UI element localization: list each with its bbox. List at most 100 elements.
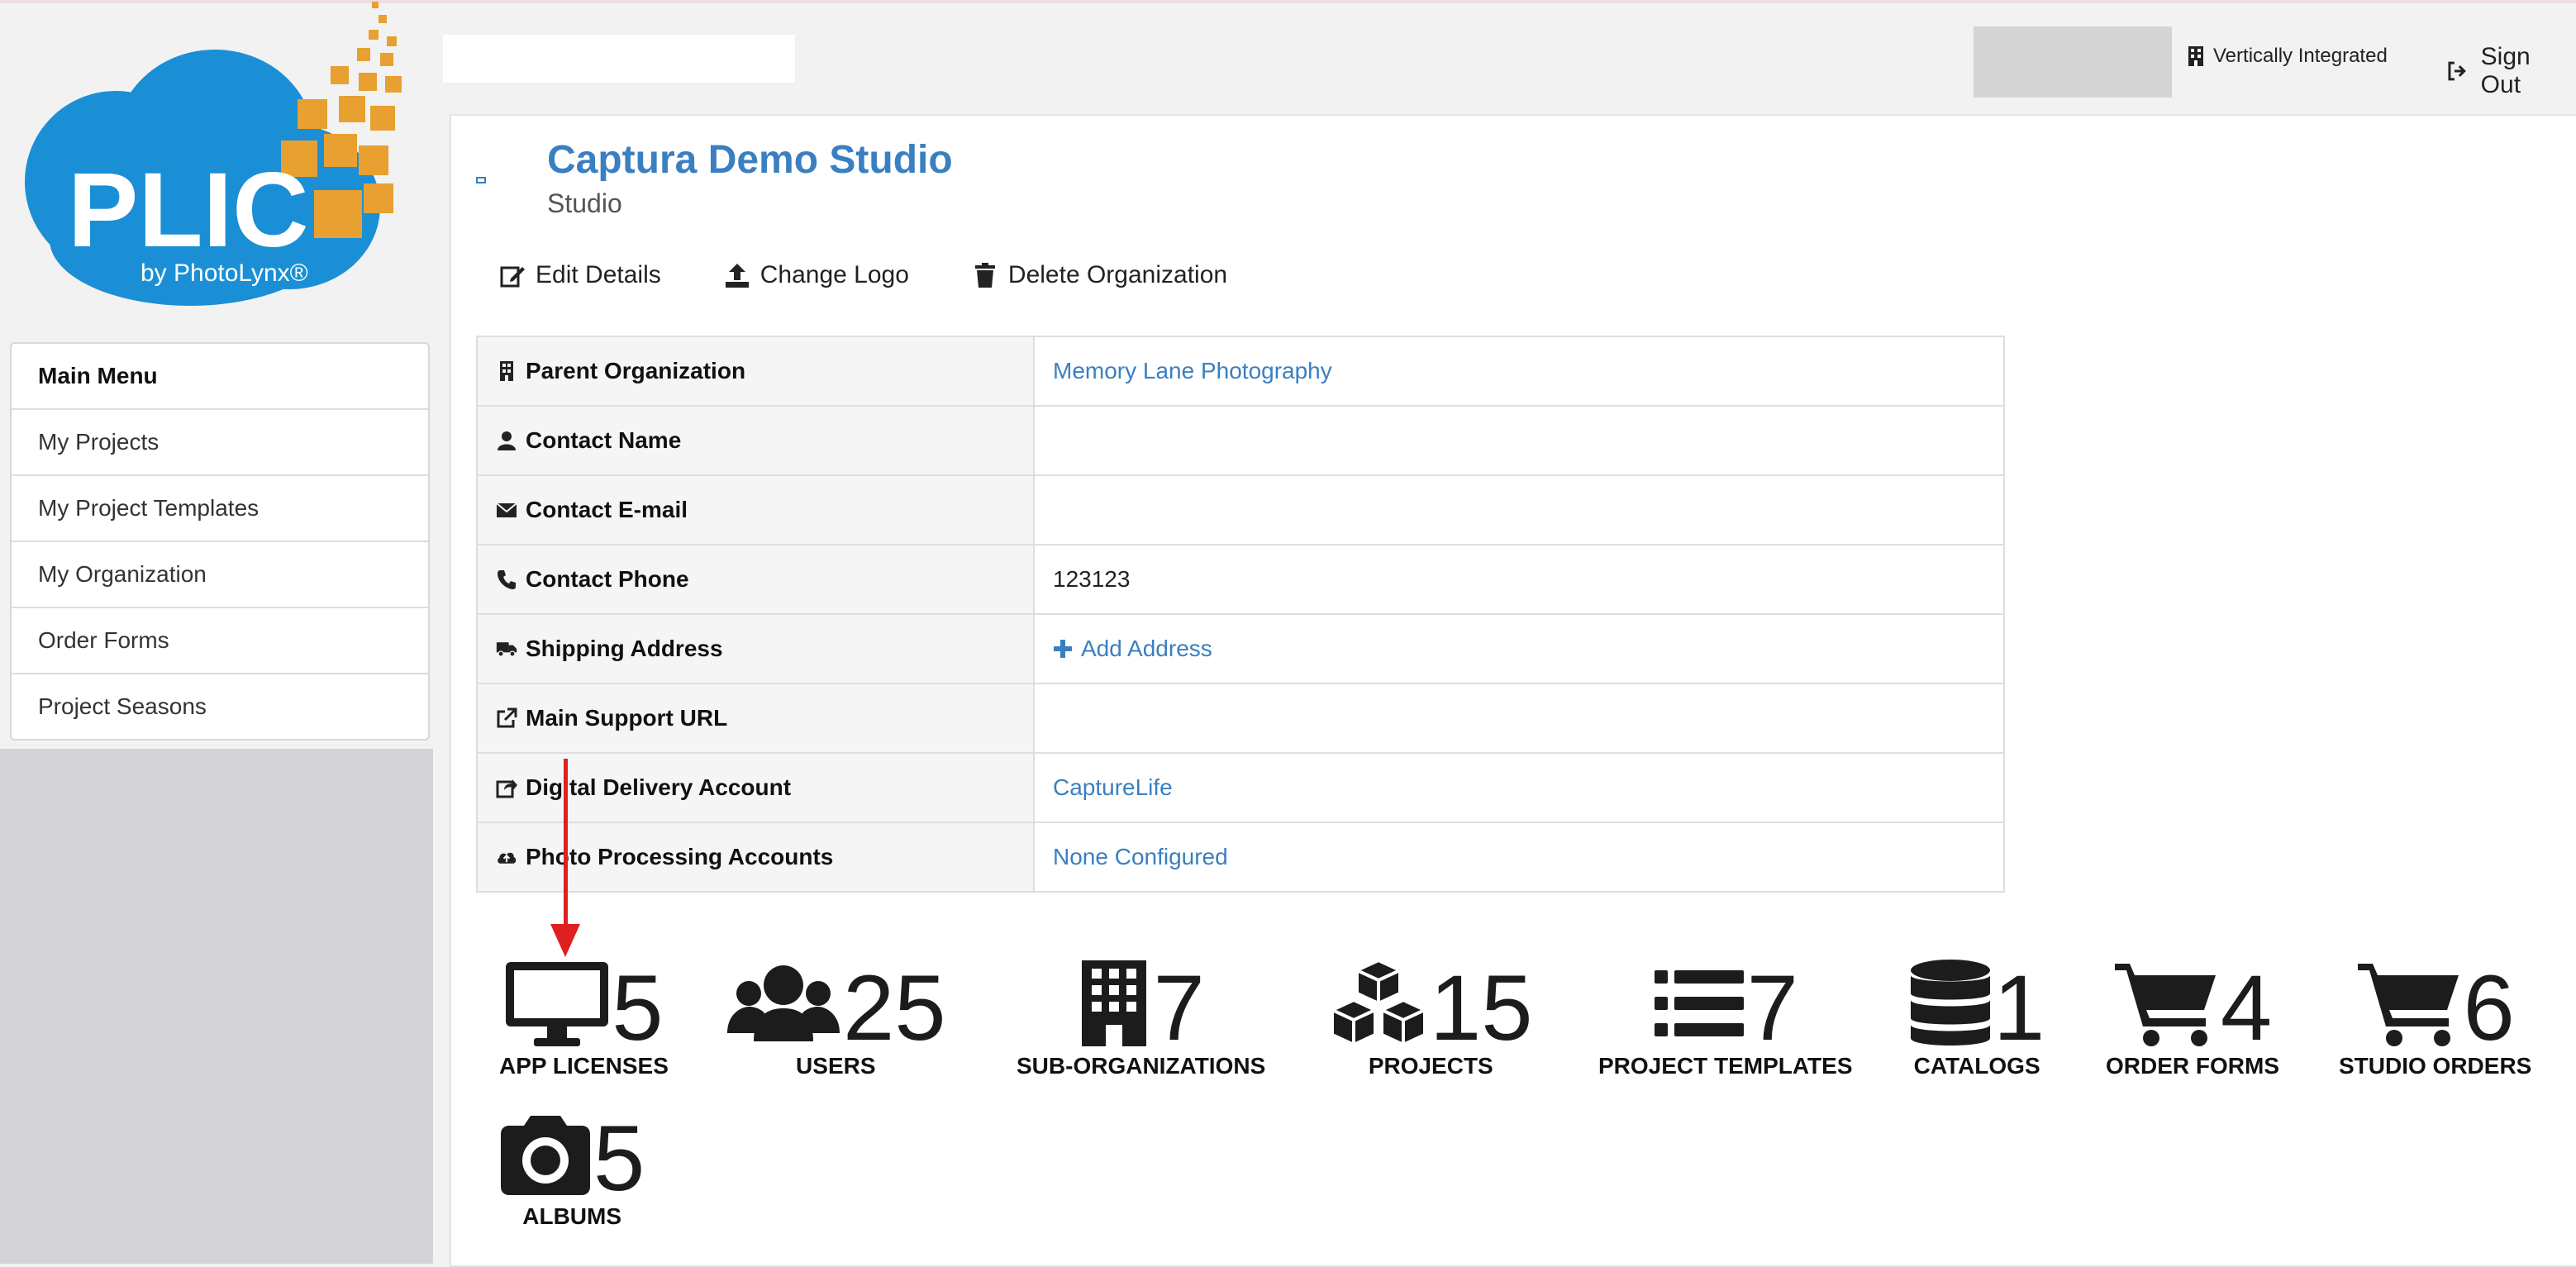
organization-details-table: Parent Organization Memory Lane Photogra…: [476, 336, 2005, 893]
detail-label: Main Support URL: [526, 705, 728, 731]
stat-count: 7: [1746, 956, 1798, 1060]
photo-processing-link[interactable]: None Configured: [1053, 844, 1228, 869]
main-support-url-value: [1034, 683, 2004, 753]
detail-label: Contact E-mail: [526, 497, 688, 522]
plus-icon: [1054, 640, 1072, 658]
stat-count: 7: [1153, 956, 1205, 1060]
stat-count: 5: [593, 1107, 645, 1210]
table-row: Main Support URL: [477, 683, 2004, 753]
change-logo-label: Change Logo: [759, 261, 909, 288]
stat-app-licenses[interactable]: 5 APP LICENSES: [499, 959, 669, 1079]
add-address-link[interactable]: Add Address: [1053, 636, 2003, 662]
cloud-upload-icon: [498, 852, 517, 864]
stat-count: 6: [2463, 956, 2515, 1060]
stat-sub-organizations[interactable]: 7 SUB-ORGANIZATIONS: [1017, 959, 1265, 1079]
stat-label: PROJECTS: [1368, 1053, 1493, 1079]
cart-icon: [2114, 964, 2216, 1046]
logo-subtext: by PhotoLynx®: [140, 260, 308, 287]
stat-catalogs[interactable]: 1 CATALOGS: [1909, 959, 2045, 1079]
stat-count: 25: [843, 956, 946, 1060]
envelope-icon: [496, 503, 517, 517]
sidebar-item-order-forms[interactable]: Order Forms: [12, 607, 428, 673]
building-icon: [1082, 960, 1147, 1046]
truck-icon: [496, 642, 517, 657]
table-row: Contact E-mail: [477, 474, 2004, 545]
delete-organization-button[interactable]: Delete Organization: [972, 261, 1227, 289]
stat-label: APP LICENSES: [499, 1053, 669, 1079]
table-row: Photo Processing Accounts None Configure…: [477, 822, 2004, 892]
edit-details-button[interactable]: Edit Details: [499, 261, 661, 289]
sign-out-label: Sign Out: [2480, 43, 2531, 98]
sign-out-button[interactable]: Sign Out: [2446, 43, 2576, 99]
header-search-area: [443, 35, 795, 83]
stat-count: 15: [1430, 956, 1533, 1060]
organization-actions: Edit Details Change Logo Delete Organiza…: [499, 261, 1227, 289]
stat-order-forms[interactable]: 4 ORDER FORMS: [2106, 959, 2279, 1079]
digital-delivery-link[interactable]: CaptureLife: [1053, 774, 1173, 800]
camera-icon: [501, 1116, 590, 1195]
stat-label: CATALOGS: [1913, 1053, 2040, 1079]
organization-type: Studio: [547, 188, 622, 218]
table-row: Contact Name: [477, 405, 2004, 475]
stat-label: ORDER FORMS: [2106, 1053, 2279, 1079]
sidebar-item-project-seasons[interactable]: Project Seasons: [12, 673, 428, 739]
user-icon: [498, 431, 516, 450]
user-avatar-placeholder[interactable]: [1974, 26, 2172, 98]
sign-out-icon: [2448, 61, 2466, 81]
users-icon: [727, 965, 840, 1041]
table-row: Digital Delivery Account CaptureLife: [477, 752, 2004, 822]
sidebar-background: [0, 749, 433, 1264]
sidebar-item-my-projects[interactable]: My Projects: [12, 408, 428, 474]
edit-details-label: Edit Details: [536, 261, 661, 288]
stat-users[interactable]: 25 USERS: [726, 959, 946, 1079]
sidebar-item-main-menu[interactable]: Main Menu: [12, 344, 428, 408]
stat-projects[interactable]: 15 PROJECTS: [1329, 959, 1533, 1079]
share-icon: [496, 779, 517, 798]
plic-logo[interactable]: PLIC by PhotoLynx®: [17, 0, 413, 314]
change-logo-button[interactable]: Change Logo: [724, 261, 909, 289]
detail-label: Contact Name: [526, 427, 682, 453]
stat-project-templates[interactable]: 7 PROJECT TEMPLATES: [1598, 959, 1853, 1079]
stat-count: 1: [1993, 956, 2045, 1060]
stat-albums[interactable]: 5 ALBUMS: [499, 1109, 645, 1230]
building-icon: [2188, 46, 2203, 66]
page-title: Captura Demo Studio: [547, 138, 953, 182]
detail-label: Contact Phone: [526, 566, 689, 592]
add-address-label: Add Address: [1081, 636, 1212, 661]
red-arrow-annotation: [550, 759, 580, 957]
org-label-text: Vertically Integrated: [2213, 45, 2388, 67]
cubes-icon: [1331, 959, 1426, 1047]
detail-label: Shipping Address: [526, 636, 723, 661]
table-row: Shipping Address Add Address: [477, 613, 2004, 684]
stat-label: SUB-ORGANIZATIONS: [1017, 1053, 1266, 1079]
stat-studio-orders[interactable]: 6 STUDIO ORDERS: [2339, 959, 2531, 1079]
external-link-icon: [497, 707, 517, 728]
table-row: Contact Phone 123123: [477, 544, 2004, 614]
cart-icon: [2357, 964, 2459, 1046]
trash-icon: [974, 263, 995, 288]
stat-label: STUDIO ORDERS: [2339, 1053, 2532, 1079]
table-row: Parent Organization Memory Lane Photogra…: [477, 336, 2004, 406]
current-organization[interactable]: Vertically Integrated: [2188, 45, 2388, 68]
sidebar-item-my-project-templates[interactable]: My Project Templates: [12, 474, 428, 541]
stat-count: 4: [2220, 956, 2273, 1060]
sidebar-item-my-organization[interactable]: My Organization: [12, 541, 428, 607]
logo-text: PLIC: [68, 151, 309, 269]
database-icon: [1911, 960, 1990, 1046]
stat-label: USERS: [796, 1053, 876, 1079]
parent-organization-link[interactable]: Memory Lane Photography: [1053, 358, 1332, 383]
stat-count: 5: [612, 956, 664, 1060]
contact-phone-value: 123123: [1034, 544, 2004, 614]
list-icon: [1654, 970, 1744, 1036]
upload-icon: [725, 264, 749, 288]
contact-email-value: [1034, 474, 2004, 545]
edit-icon: [500, 266, 525, 288]
building-icon: [500, 361, 513, 381]
delete-organization-label: Delete Organization: [1007, 261, 1228, 288]
contact-name-value: [1034, 405, 2004, 475]
desktop-icon: [506, 962, 609, 1046]
sidebar-menu: Main Menu My Projects My Project Templat…: [10, 342, 430, 741]
detail-label: Parent Organization: [526, 358, 746, 383]
phone-icon: [498, 570, 516, 589]
organization-panel: Captura Demo Studio Studio Edit Details …: [450, 114, 2576, 1267]
